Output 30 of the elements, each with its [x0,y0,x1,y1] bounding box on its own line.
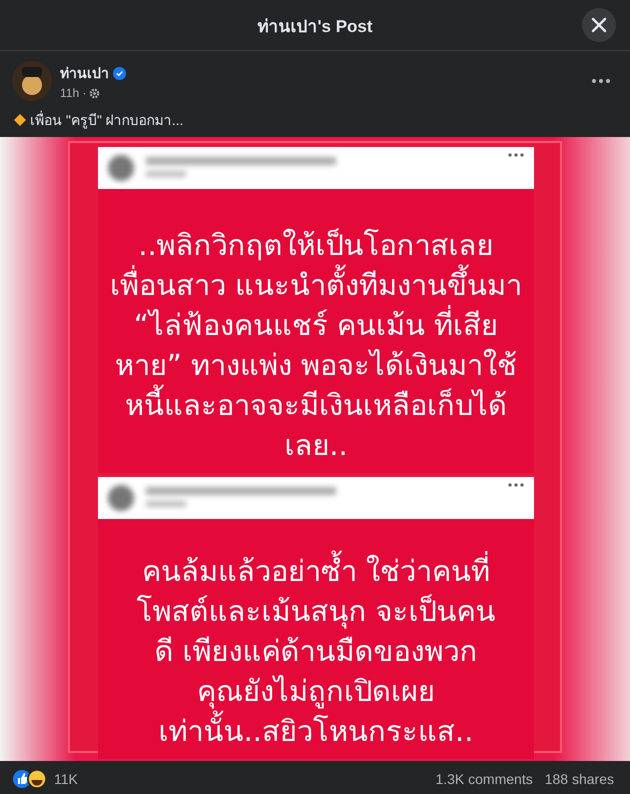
close-icon [591,17,607,33]
post-time[interactable]: 11h · [60,86,86,100]
close-button[interactable] [582,8,616,42]
comments-count[interactable]: 1.3K comments [435,771,533,787]
post-text: เพื่อน "ครูบี" ฝากบอกมา... [30,110,184,131]
author-name[interactable]: ท่านเปา [60,62,109,84]
post-image[interactable] [0,137,630,761]
quote-text: เพื่อนสาว แนะนำตั้งทีมงานขึ้นมา [110,265,522,305]
shares-count[interactable]: 188 shares [544,771,614,787]
reaction-icons[interactable] [12,769,48,789]
quote-text: หาย” ทางแพ่ง พอจะได้เงินมาใช้ [114,347,518,384]
quote-text: “ไล่ฟ้องคนแชร์ คนเม้น ที่เสีย [134,305,498,345]
quote-text: โพสต์และเม้นสนุก จะเป็นคน [136,593,496,631]
quote-text: คุณยังไม่ถูกเปิดเผย [197,673,435,710]
quote-text: หนี้และอาจจะมีเงินเหลือเก็บได้ [125,385,507,425]
dialog-title: ท่านเปา's Post [257,16,373,38]
quote-text: เท่านั้น..สยิวโหนกระแส.. [158,711,474,751]
blurred-avatar [106,483,136,513]
quote-text: ดี เพียงแค่ด้านมืดของพวก [154,633,478,670]
more-icon [508,483,524,487]
blurred-avatar [106,153,136,183]
reaction-count[interactable]: 11K [54,771,78,787]
diamond-icon [14,114,26,126]
more-icon [592,79,610,83]
quote-text: คนล้มแล้วอย่าซ้ำ ใช่ว่าคนที่ [142,551,490,591]
avatar[interactable] [12,61,52,101]
quote-text: ..พลิกวิกฤตให้เป็นโอกาสเลย [138,227,494,264]
quote-text: เลย.. [284,427,348,464]
gear-icon [89,88,100,98]
more-icon [508,153,524,157]
